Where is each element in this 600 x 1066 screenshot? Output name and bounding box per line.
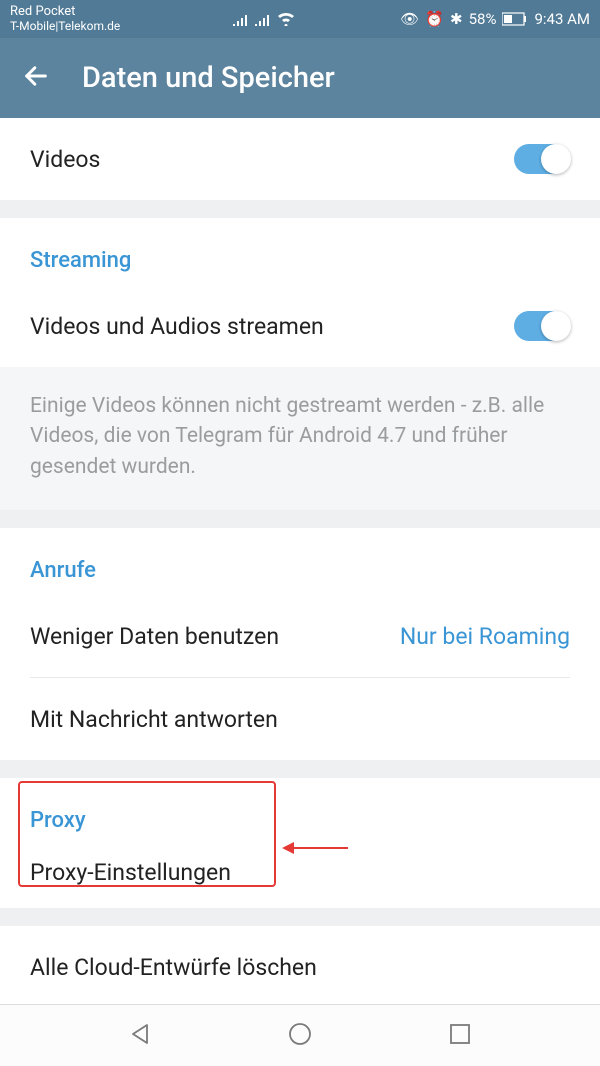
proxy-section: Proxy Proxy-Einstellungen (0, 778, 600, 908)
system-nav-bar (0, 1004, 600, 1066)
arrow-left-icon (22, 62, 50, 90)
toggle-knob (541, 144, 571, 174)
proxy-settings-row[interactable]: Proxy-Einstellungen (0, 845, 600, 908)
streaming-label: Videos und Audios streamen (30, 313, 324, 340)
page-title: Daten und Speicher (82, 61, 335, 95)
proxy-settings-label: Proxy-Einstellungen (30, 859, 231, 886)
delete-drafts-row[interactable]: Alle Cloud-Entwürfe löschen (0, 926, 600, 1008)
streaming-info: Einige Videos können nicht gestreamt wer… (0, 367, 600, 510)
reply-msg-row[interactable]: Mit Nachricht antworten (0, 678, 600, 760)
eye-icon: 👁 (400, 10, 419, 28)
streaming-toggle[interactable] (514, 311, 570, 341)
signal-icon (255, 12, 271, 26)
signal-group (233, 12, 295, 26)
toggle-knob (541, 311, 571, 341)
status-bar: Red Pocket T-Mobile|Telekom.de 👁 ⏰ ✱ 58%… (0, 0, 600, 38)
app-header: Daten und Speicher (0, 38, 600, 118)
triangle-back-icon (127, 1021, 153, 1047)
wifi-icon (277, 12, 295, 26)
less-data-row[interactable]: Weniger Daten benutzen Nur bei Roaming (0, 595, 600, 677)
battery-pct: 58% (469, 10, 497, 28)
back-button[interactable] (22, 62, 50, 94)
battery-icon (502, 12, 528, 26)
videos-section: Videos (0, 118, 600, 200)
status-left: Red Pocket T-Mobile|Telekom.de (10, 5, 120, 32)
delete-drafts-label: Alle Cloud-Entwürfe löschen (30, 954, 317, 981)
carrier-1: Red Pocket (10, 5, 120, 19)
calls-section: Anrufe Weniger Daten benutzen Nur bei Ro… (0, 528, 600, 760)
streaming-section: Streaming Videos und Audios streamen (0, 218, 600, 367)
circle-home-icon (287, 1021, 313, 1047)
reply-msg-label: Mit Nachricht antworten (30, 706, 278, 733)
videos-row[interactable]: Videos (0, 118, 600, 200)
calls-header: Anrufe (0, 528, 600, 595)
square-recent-icon (447, 1021, 473, 1047)
less-data-label: Weniger Daten benutzen (30, 623, 279, 650)
carrier-2: T-Mobile|Telekom.de (10, 20, 120, 33)
videos-toggle[interactable] (514, 144, 570, 174)
status-right: 👁 ⏰ ✱ 58% 9:43 AM (400, 10, 590, 28)
drafts-section: Alle Cloud-Entwürfe löschen (0, 926, 600, 1008)
alarm-icon: ⏰ (425, 10, 444, 28)
nav-home-button[interactable] (287, 1021, 313, 1051)
videos-label: Videos (30, 146, 100, 173)
nav-back-button[interactable] (127, 1021, 153, 1051)
streaming-row[interactable]: Videos und Audios streamen (0, 285, 600, 367)
less-data-value: Nur bei Roaming (400, 623, 570, 650)
streaming-header: Streaming (0, 218, 600, 285)
proxy-header: Proxy (0, 778, 600, 845)
bluetooth-icon: ✱ (450, 10, 463, 28)
nav-recent-button[interactable] (447, 1021, 473, 1051)
time: 9:43 AM (534, 10, 590, 28)
signal-icon (233, 12, 249, 26)
